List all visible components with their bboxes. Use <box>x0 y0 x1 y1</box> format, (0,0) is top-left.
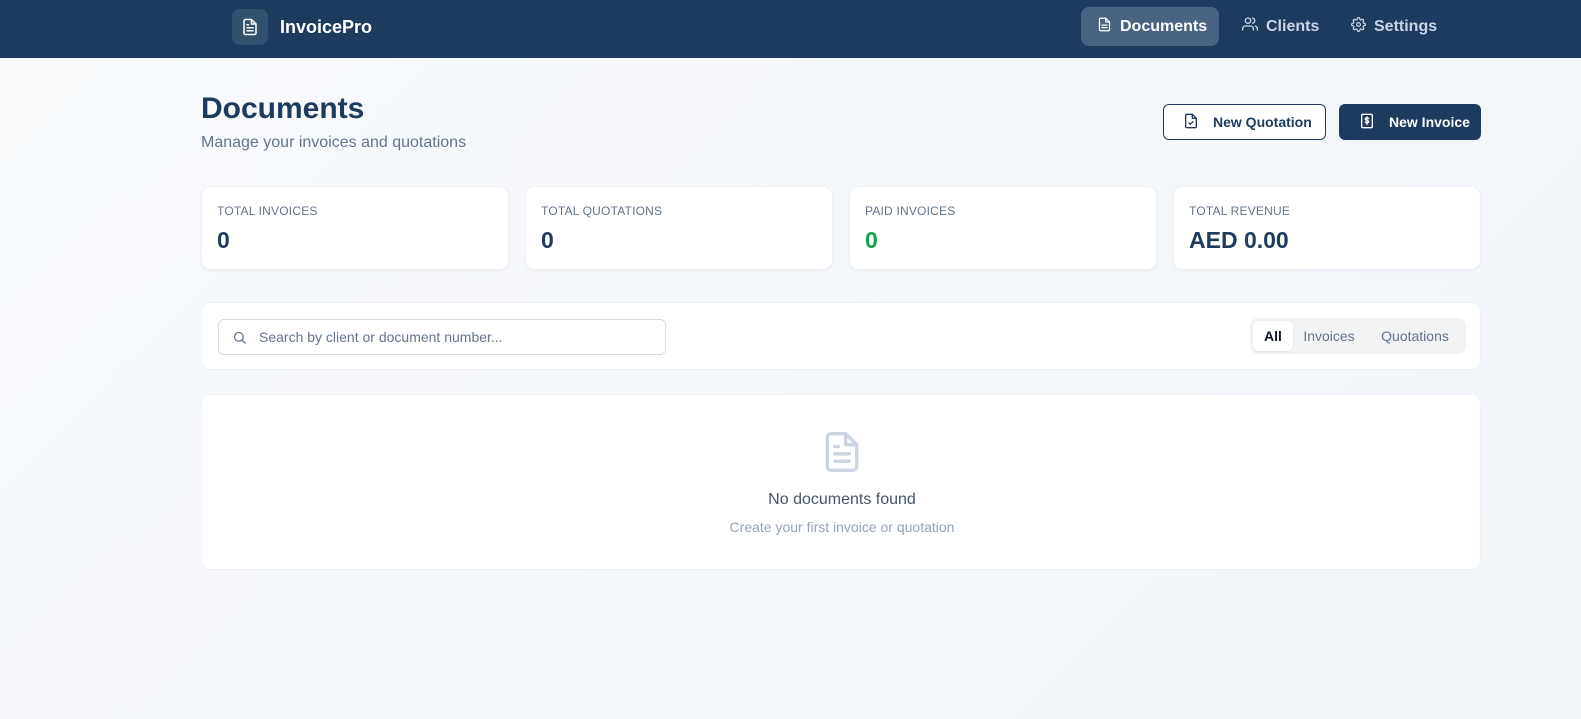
brand[interactable]: InvoicePro <box>232 9 372 45</box>
stat-card-total-revenue: TOTAL REVENUE AED 0.00 <box>1173 186 1481 270</box>
nav-clients-label: Clients <box>1266 17 1320 35</box>
file-text-icon <box>232 9 268 45</box>
new-quotation-label: New Quotation <box>1213 114 1312 130</box>
top-navbar: InvoicePro Documents Clients Settings <box>0 0 1581 58</box>
empty-state: No documents found Create your first inv… <box>201 394 1481 570</box>
new-invoice-label: New Invoice <box>1389 114 1470 130</box>
nav-clients[interactable]: Clients <box>1226 7 1335 46</box>
new-quotation-button[interactable]: New Quotation <box>1163 104 1326 140</box>
nav-documents-label: Documents <box>1120 17 1208 35</box>
stat-label: TOTAL REVENUE <box>1189 204 1291 218</box>
filter-quotations[interactable]: Quotations <box>1368 321 1462 351</box>
gear-icon <box>1351 16 1374 37</box>
search-box[interactable] <box>218 319 666 355</box>
users-icon <box>1242 16 1266 37</box>
receipt-dollar-icon <box>1359 113 1389 132</box>
empty-subtitle: Create your first invoice or quotation <box>729 519 955 535</box>
file-text-icon <box>820 428 864 481</box>
document-type-filter: All Invoices Quotations <box>1250 318 1466 354</box>
stat-value: 0 <box>541 227 554 253</box>
page-subtitle: Manage your invoices and quotations <box>201 134 467 151</box>
app-name: InvoicePro <box>280 16 373 37</box>
stat-label: TOTAL INVOICES <box>217 204 318 218</box>
page-title: Documents <box>201 92 365 125</box>
empty-title: No documents found <box>768 491 916 508</box>
stat-value: 0 <box>865 227 878 253</box>
stat-card-total-invoices: TOTAL INVOICES 0 <box>201 186 509 270</box>
filter-bar: All Invoices Quotations <box>201 302 1481 370</box>
filter-invoices[interactable]: Invoices <box>1298 321 1360 351</box>
stat-card-paid-invoices: PAID INVOICES 0 <box>849 186 1157 270</box>
stat-value: AED 0.00 <box>1189 227 1289 253</box>
new-invoice-button[interactable]: New Invoice <box>1339 104 1481 140</box>
search-input[interactable] <box>259 320 659 354</box>
stat-value: 0 <box>217 227 230 253</box>
stat-label: TOTAL QUOTATIONS <box>541 204 663 218</box>
stat-card-total-quotations: TOTAL QUOTATIONS 0 <box>525 186 833 270</box>
nav-documents[interactable]: Documents <box>1081 7 1219 46</box>
stat-label: PAID INVOICES <box>865 204 956 218</box>
filter-all[interactable]: All <box>1253 321 1293 351</box>
nav-settings[interactable]: Settings <box>1335 7 1453 46</box>
nav-settings-label: Settings <box>1374 17 1438 35</box>
file-check-icon <box>1183 113 1213 132</box>
file-text-icon <box>1097 17 1120 37</box>
